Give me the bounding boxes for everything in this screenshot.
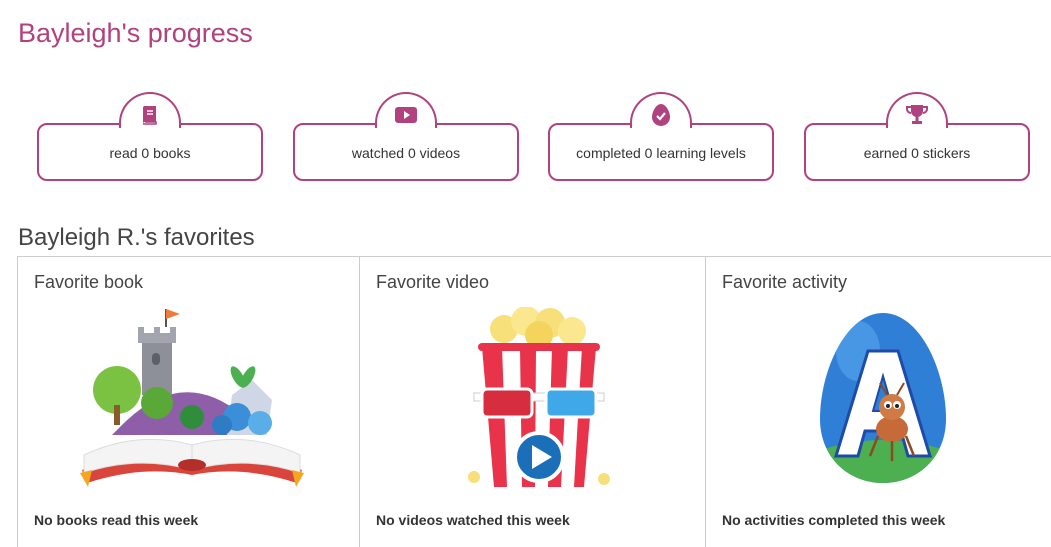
favorite-activity-heading: Favorite activity (722, 272, 848, 292)
favorite-video-panel: Favorite video No videos watched this we… (360, 257, 706, 547)
favorite-video-heading: Favorite video (376, 272, 490, 292)
stat-label-levels: completed 0 learning levels (576, 145, 746, 161)
book-icon (142, 106, 157, 125)
trophy-icon (906, 105, 928, 124)
favorite-activity-panel: Favorite activity No activities complete… (706, 257, 1051, 547)
stat-label-books: read 0 books (109, 145, 191, 161)
stat-card-books: read 0 books (37, 92, 263, 181)
stat-card-levels: completed 0 learning levels (548, 92, 774, 181)
favorites-grid: Favorite book No books read this week Fa… (17, 256, 1051, 547)
favorite-activity-note: No activities completed this week (722, 512, 946, 528)
stat-card-videos: watched 0 videos (293, 92, 519, 181)
popcorn-3d-glasses-illustration (468, 307, 610, 487)
favorite-video-note: No videos watched this week (376, 512, 570, 528)
stat-label-videos: watched 0 videos (351, 145, 461, 161)
egg-check-icon (652, 104, 670, 126)
favorite-book-heading: Favorite book (34, 272, 144, 292)
letter-a-ant-egg-illustration (820, 313, 946, 483)
stat-card-stickers: earned 0 stickers (804, 92, 1030, 181)
favorites-title: Bayleigh R.'s favorites (18, 224, 255, 251)
video-play-icon (395, 107, 417, 123)
favorite-book-note: No books read this week (34, 512, 199, 528)
page-title: Bayleigh's progress (18, 18, 253, 48)
favorite-book-panel: Favorite book No books read this week (18, 257, 360, 547)
stat-label-stickers: earned 0 stickers (863, 145, 971, 161)
open-book-castle-illustration (80, 309, 304, 487)
